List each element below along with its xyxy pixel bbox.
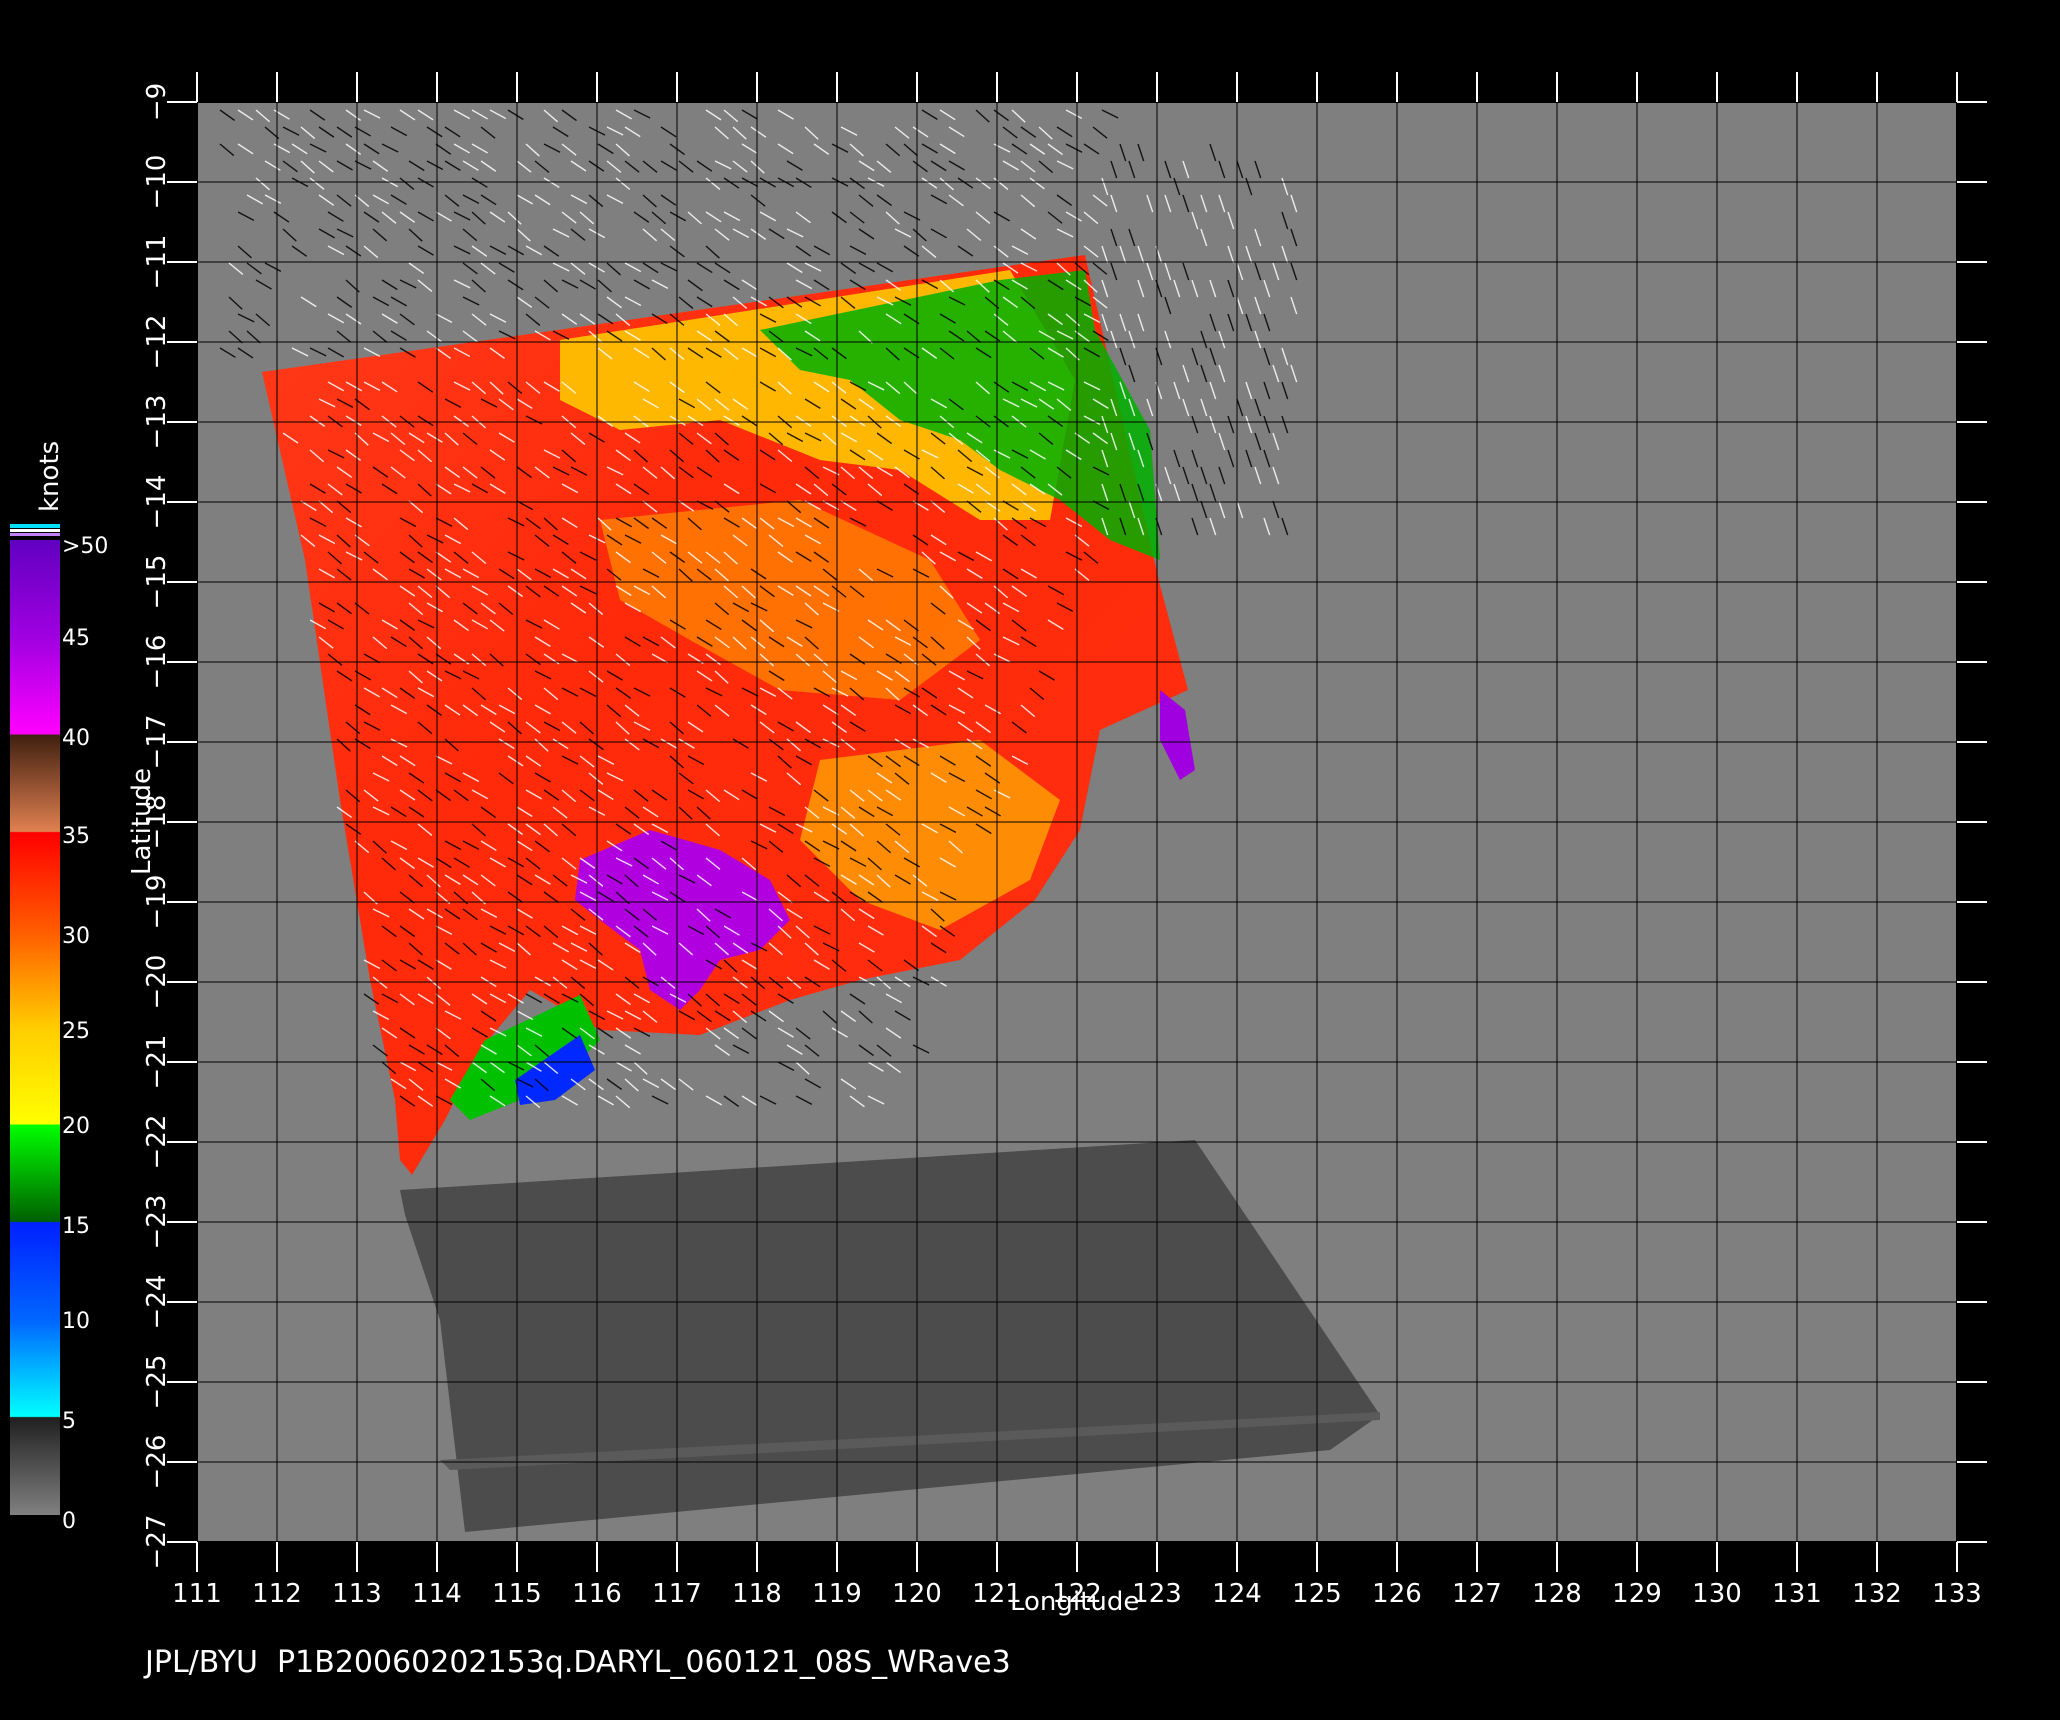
colorbar-top-marker-3 (10, 533, 60, 536)
colorbar-labels: >50 45 40 35 30 25 20 15 10 5 0 (62, 534, 108, 1534)
lat-tick-label: −9 (142, 83, 172, 121)
lon-tick-label: 117 (652, 1579, 702, 1609)
lat-tick-label: −25 (142, 1355, 172, 1410)
colorbar: knots >50 45 40 35 30 25 20 15 10 5 0 (10, 441, 108, 1534)
lat-tick-label: −21 (142, 1035, 172, 1090)
lon-tick-label: 112 (252, 1579, 302, 1609)
lon-tick-label: 124 (1212, 1579, 1262, 1609)
footer-caption: JPL/BYU P1B20060202153q.DARYL_060121_08S… (145, 1645, 1011, 1680)
lon-tick-label: 132 (1852, 1579, 1902, 1609)
colorbar-label: 30 (62, 924, 90, 949)
lat-tick-label: −12 (142, 315, 172, 370)
colorbar-label: 35 (62, 824, 90, 849)
lon-tick-label: 119 (812, 1579, 862, 1609)
lat-tick-label: −19 (142, 875, 172, 930)
colorbar-gradient (10, 540, 60, 1515)
lat-tick-label: −26 (142, 1435, 172, 1490)
x-axis-title: Longitude (1010, 1587, 1139, 1617)
lat-tick-label: −22 (142, 1115, 172, 1170)
lat-tick-label: −13 (142, 395, 172, 450)
lat-tick-label: −10 (142, 155, 172, 210)
colorbar-label: 5 (62, 1409, 76, 1434)
lon-tick-label: 114 (412, 1579, 462, 1609)
lon-tick-label: 129 (1612, 1579, 1662, 1609)
lon-tick-label: 130 (1692, 1579, 1742, 1609)
lat-tick-label: −11 (142, 235, 172, 290)
lon-tick-label: 133 (1932, 1579, 1982, 1609)
lat-tick-label: −27 (142, 1515, 172, 1570)
colorbar-title: knots (35, 441, 65, 512)
lon-tick-label: 113 (332, 1579, 382, 1609)
colorbar-label: 15 (62, 1214, 90, 1239)
lat-tick-label: −24 (142, 1275, 172, 1330)
lon-tick-label: 128 (1532, 1579, 1582, 1609)
lon-tick-label: 125 (1292, 1579, 1342, 1609)
colorbar-label: 40 (62, 726, 90, 751)
colorbar-top-marker (10, 524, 60, 528)
lat-tick-label: −20 (142, 955, 172, 1010)
colorbar-label: >50 (62, 534, 108, 559)
lat-tick-label: −16 (142, 635, 172, 690)
lon-tick-label: 115 (492, 1579, 542, 1609)
colorbar-label: 25 (62, 1019, 90, 1044)
lon-tick-label: 126 (1372, 1579, 1422, 1609)
lon-tick-label: 118 (732, 1579, 782, 1609)
lat-tick-label: −23 (142, 1195, 172, 1250)
colorbar-label: 10 (62, 1309, 90, 1334)
lat-tick-label: −17 (142, 715, 172, 770)
colorbar-label: 20 (62, 1114, 90, 1139)
colorbar-label: 45 (62, 626, 90, 651)
lon-tick-label: 123 (1132, 1579, 1182, 1609)
lon-tick-label: 116 (572, 1579, 622, 1609)
lon-tick-label: 120 (892, 1579, 942, 1609)
colorbar-label: 0 (62, 1509, 76, 1534)
lat-tick-label: −15 (142, 555, 172, 610)
colorbar-top-marker-2 (10, 529, 60, 532)
y-axis-title: Latitude (127, 768, 157, 875)
lon-tick-label: 111 (172, 1579, 222, 1609)
lat-tick-label: −14 (142, 475, 172, 530)
wind-speed-map: 111 112 113 114 115 116 117 118 119 120 121 122 123 1… (10, 72, 1987, 1617)
lon-tick-label: 127 (1452, 1579, 1502, 1609)
lon-tick-label: 131 (1772, 1579, 1822, 1609)
